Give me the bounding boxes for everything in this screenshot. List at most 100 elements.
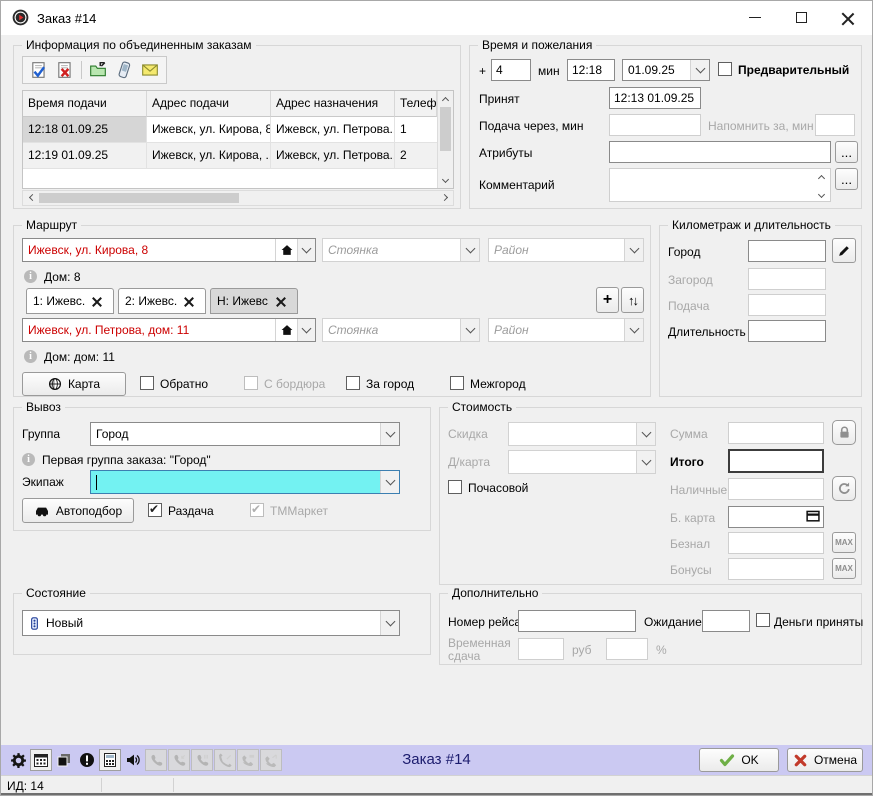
minimize-button[interactable] (732, 1, 778, 34)
from-address-combobox[interactable] (22, 238, 316, 262)
temp-change-pct-input[interactable] (606, 638, 648, 660)
comment-textarea[interactable] (609, 168, 831, 202)
state-combobox[interactable]: Новый (22, 610, 400, 636)
dcard-combobox[interactable] (508, 450, 656, 474)
to-address-input[interactable] (23, 319, 275, 341)
edit-order-button[interactable] (29, 60, 49, 80)
intercity-checkbox[interactable] (450, 376, 464, 390)
hourly-checkbox[interactable] (448, 480, 462, 494)
suburb-km-input[interactable] (748, 268, 826, 290)
scroll-up-icon[interactable] (438, 91, 453, 106)
cashless-input[interactable] (728, 532, 824, 554)
auto-select-button[interactable]: Автоподбор (22, 498, 134, 523)
cash-input[interactable] (728, 478, 824, 500)
date-combobox[interactable]: 01.09.25 (622, 59, 710, 81)
feed-in-input[interactable] (609, 114, 701, 136)
ok-button[interactable]: OK (699, 748, 779, 772)
maximize-button[interactable] (778, 1, 824, 34)
attributes-input[interactable] (609, 141, 831, 163)
feed-km-input[interactable] (748, 294, 826, 316)
chevron-down-icon[interactable] (460, 239, 479, 261)
city-km-input[interactable] (748, 240, 826, 262)
table-row[interactable]: 12:19 01.09.25 Ижевск, ул. Кирова, ... И… (23, 143, 453, 169)
cashless-max-button[interactable]: MAX (832, 532, 856, 553)
from-district-combobox[interactable]: Район (488, 238, 644, 262)
scroll-down-icon[interactable] (438, 173, 453, 188)
waiting-input[interactable] (702, 610, 750, 632)
scroll-right-icon[interactable] (438, 191, 453, 206)
curb-checkbox[interactable] (244, 376, 258, 390)
to-district-combobox[interactable]: Район (488, 318, 644, 342)
remind-input[interactable] (815, 114, 855, 136)
table-row[interactable]: 12:18 01.09.25 Ижевск, ул. Кирова, 8 Иже… (23, 117, 453, 143)
group-combobox[interactable]: Город (90, 422, 400, 446)
send-sms-button[interactable] (140, 60, 160, 80)
chevron-down-icon[interactable] (297, 239, 315, 261)
chevron-down-icon[interactable] (380, 611, 399, 635)
column-header[interactable]: Адрес назначения (271, 91, 395, 117)
delay-minutes-input[interactable] (491, 59, 531, 81)
swap-points-button[interactable]: ↑↓ (621, 287, 644, 313)
crew-combobox[interactable] (90, 470, 400, 494)
chevron-down-icon[interactable] (624, 319, 643, 341)
accepted-time-input[interactable] (609, 87, 701, 109)
add-point-button[interactable]: + (596, 287, 619, 313)
column-header[interactable]: Время подачи (23, 91, 147, 117)
call-client-button[interactable] (114, 60, 134, 80)
close-tab-icon[interactable] (91, 296, 102, 307)
route-tab-1[interactable]: 1: Ижевс... (26, 288, 114, 314)
horizontal-scrollbar[interactable] (22, 190, 454, 206)
out-of-town-checkbox[interactable] (346, 376, 360, 390)
scroll-thumb[interactable] (440, 107, 451, 151)
distribution-checkbox[interactable] (148, 503, 162, 517)
discount-combobox[interactable] (508, 422, 656, 446)
chevron-down-icon[interactable] (636, 423, 655, 445)
from-stand-combobox[interactable]: Стоянка (322, 238, 480, 262)
close-tab-icon[interactable] (275, 296, 286, 307)
chevron-down-icon[interactable] (624, 239, 643, 261)
chevron-down-icon[interactable] (460, 319, 479, 341)
sum-input[interactable] (728, 422, 824, 444)
chevron-down-icon[interactable] (380, 471, 399, 493)
column-header[interactable]: Телефон (395, 91, 437, 117)
chevron-down-icon[interactable] (690, 60, 709, 80)
card-icon[interactable] (806, 509, 821, 524)
total-input[interactable] (728, 449, 824, 473)
bonus-input[interactable] (728, 558, 824, 580)
attributes-more-button[interactable]: ... (835, 141, 858, 163)
bonus-max-button[interactable]: MAX (832, 558, 856, 579)
delete-order-button[interactable] (55, 60, 75, 80)
chevron-down-icon[interactable] (297, 319, 315, 341)
comment-scroll[interactable] (814, 171, 828, 199)
bank-card-input[interactable] (728, 506, 824, 528)
scroll-thumb[interactable] (39, 193, 239, 203)
close-tab-icon[interactable] (183, 296, 194, 307)
scroll-left-icon[interactable] (23, 191, 38, 206)
duration-input[interactable] (748, 320, 826, 342)
recalc-button[interactable] (832, 476, 856, 501)
from-address-input[interactable] (23, 239, 275, 261)
money-accepted-checkbox[interactable] (756, 613, 770, 627)
to-address-combobox[interactable] (22, 318, 316, 342)
vertical-scrollbar[interactable] (437, 91, 453, 188)
time-input[interactable] (567, 59, 615, 81)
chevron-down-icon[interactable] (380, 423, 399, 445)
chevron-down-icon[interactable] (636, 451, 655, 473)
home-icon[interactable] (275, 319, 297, 341)
route-tab-final[interactable]: Н: Ижевс... (210, 288, 298, 314)
temp-change-rub-input[interactable] (518, 638, 564, 660)
tmmarket-checkbox[interactable] (250, 503, 264, 517)
comment-more-button[interactable]: ... (835, 168, 858, 190)
to-stand-combobox[interactable]: Стоянка (322, 318, 480, 342)
back-checkbox[interactable] (140, 376, 154, 390)
flight-input[interactable] (518, 610, 636, 632)
open-order-button[interactable] (88, 60, 108, 80)
preliminary-checkbox[interactable] (718, 62, 732, 76)
map-button[interactable]: Карта (22, 372, 126, 396)
column-header[interactable]: Адрес подачи (147, 91, 271, 117)
route-tab-2[interactable]: 2: Ижевс... (118, 288, 206, 314)
close-button[interactable] (824, 1, 870, 34)
edit-mileage-button[interactable] (832, 238, 856, 263)
home-icon[interactable] (275, 239, 297, 261)
cancel-button[interactable]: Отмена (787, 748, 863, 772)
